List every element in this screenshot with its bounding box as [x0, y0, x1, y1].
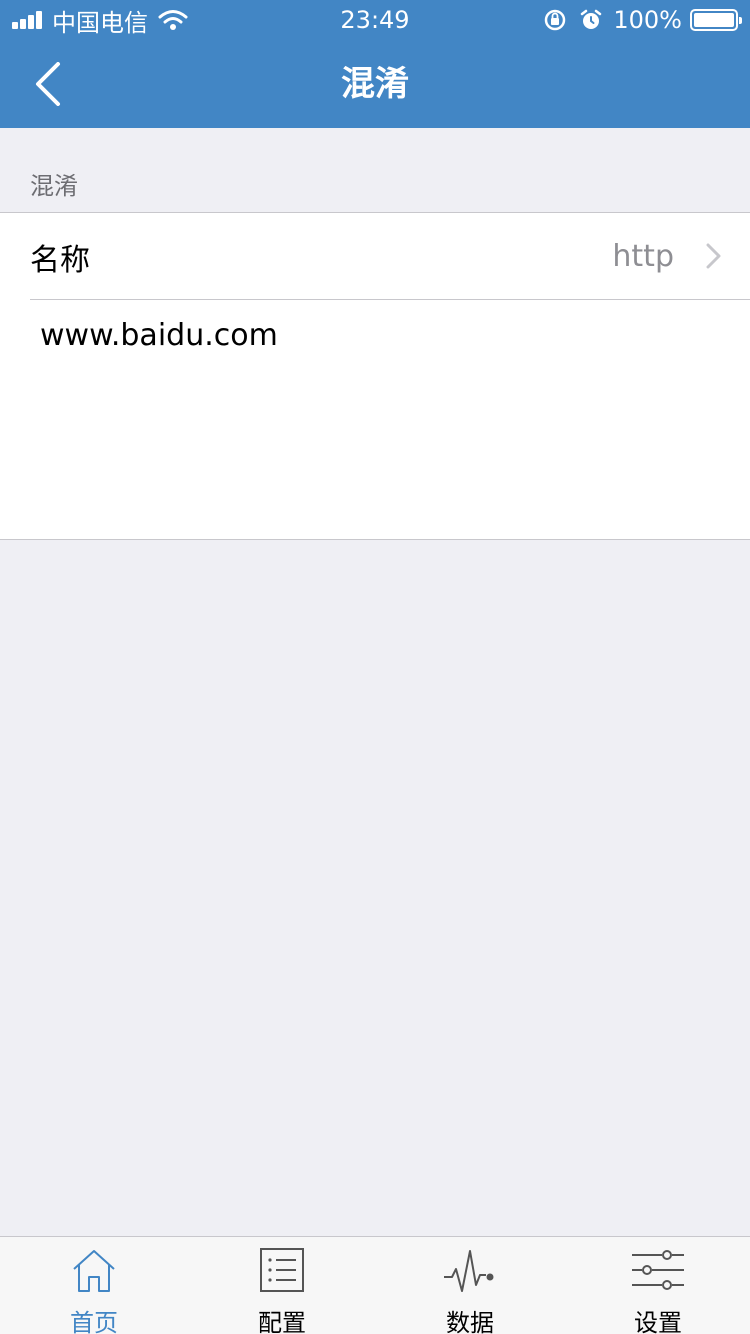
- alarm-icon: [581, 9, 602, 29]
- battery-icon: [690, 9, 742, 31]
- section-header: 混淆: [30, 172, 78, 200]
- tab-config[interactable]: 配置: [188, 1237, 376, 1334]
- tab-config-label: 配置: [258, 1309, 306, 1334]
- name-value: http: [612, 239, 674, 274]
- chevron-right-icon: [706, 243, 721, 269]
- tab-home-label: 首页: [70, 1309, 118, 1334]
- pulse-icon: [444, 1250, 494, 1292]
- tab-data-label: 数据: [446, 1309, 494, 1334]
- tab-settings-label: 设置: [634, 1309, 682, 1334]
- sliders-icon: [632, 1250, 684, 1290]
- content-textarea[interactable]: www.baidu.com: [40, 318, 720, 518]
- tab-settings[interactable]: 设置: [564, 1237, 750, 1334]
- rotation-lock-icon: [545, 9, 566, 31]
- tab-bar: 首页 配置 数据 设置: [0, 1236, 750, 1334]
- battery-percent: 100%: [613, 6, 682, 34]
- name-row[interactable]: 名称 http: [0, 213, 750, 300]
- header: 中国电信 23:49 100% 混淆: [0, 0, 750, 128]
- tab-data[interactable]: 数据: [376, 1237, 564, 1334]
- page-title: 混淆: [341, 64, 409, 104]
- row-divider: [30, 299, 750, 300]
- home-icon: [73, 1250, 115, 1292]
- list-icon: [260, 1248, 304, 1292]
- status-right: 100%: [543, 6, 742, 34]
- tab-home[interactable]: 首页: [0, 1237, 188, 1334]
- name-label: 名称: [30, 242, 90, 278]
- status-bar: 中国电信 23:49 100%: [0, 0, 750, 40]
- navigation-bar: 混淆: [0, 40, 750, 128]
